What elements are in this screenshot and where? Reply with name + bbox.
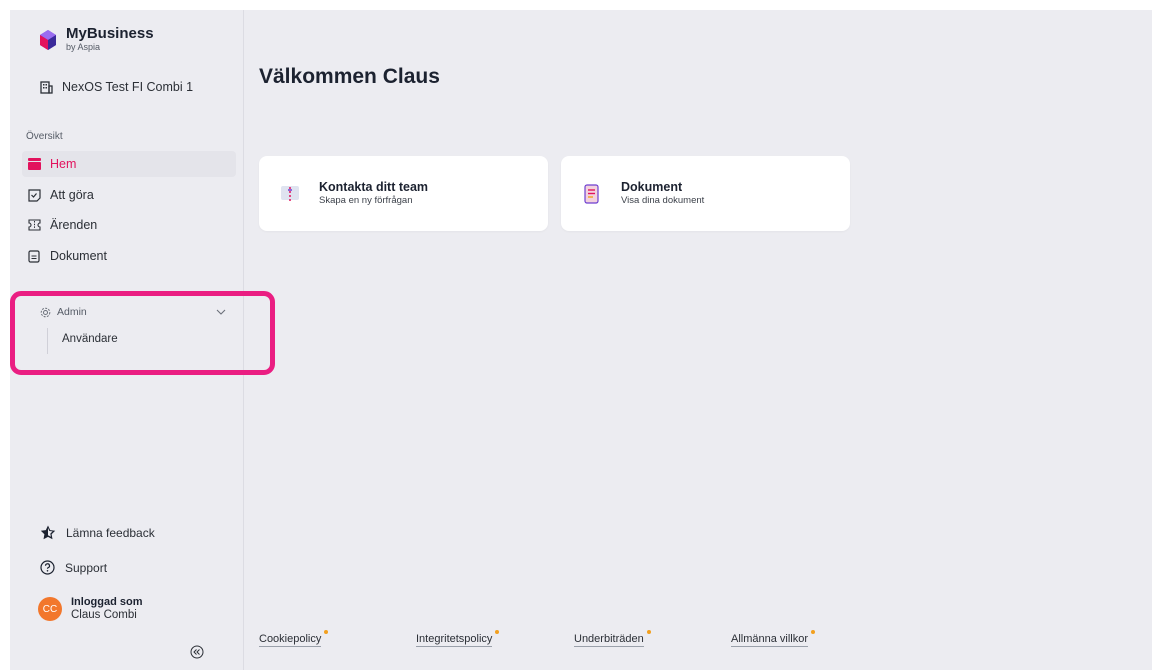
ticket-icon bbox=[27, 218, 41, 232]
external-dot-icon bbox=[646, 630, 651, 634]
link-label: Cookiepolicy bbox=[259, 633, 322, 645]
todo-icon bbox=[27, 188, 41, 202]
sidebar-item-documents[interactable]: Dokument bbox=[22, 243, 236, 269]
company-name: NexOS Test FI Combi 1 bbox=[62, 80, 194, 94]
sidebar-item-tickets[interactable]: Ärenden bbox=[22, 212, 236, 238]
terms-link[interactable]: Allmänna villkor bbox=[731, 630, 816, 647]
contact-team-card[interactable]: Kontakta ditt team Skapa en ny förfrågan bbox=[259, 156, 548, 231]
document-icon bbox=[584, 183, 599, 204]
sidebar-item-label: Hem bbox=[50, 157, 77, 171]
mybusiness-logo-icon bbox=[40, 30, 56, 50]
link-label: Underbiträden bbox=[574, 633, 644, 645]
feedback-link[interactable]: Lämna feedback bbox=[40, 525, 155, 540]
external-dot-icon bbox=[811, 630, 816, 634]
brand-logo[interactable]: MyBusiness by Aspia bbox=[40, 25, 154, 52]
star-icon bbox=[40, 525, 56, 540]
collapse-sidebar-icon[interactable] bbox=[190, 645, 204, 659]
privacy-policy-link[interactable]: Integritetspolicy bbox=[416, 630, 500, 647]
support-label: Support bbox=[65, 560, 108, 575]
team-contact-icon bbox=[281, 185, 299, 203]
support-link[interactable]: Support bbox=[40, 560, 107, 575]
sidebar-item-todo[interactable]: Att göra bbox=[22, 182, 236, 208]
cookie-policy-link[interactable]: Cookiepolicy bbox=[259, 630, 329, 647]
feedback-label: Lämna feedback bbox=[66, 525, 155, 540]
card-subtitle: Visa dina dokument bbox=[621, 195, 705, 206]
sidebar-item-label: Ärenden bbox=[50, 218, 98, 232]
sidebar: MyBusiness by Aspia NexOS Test FI Combi … bbox=[10, 10, 275, 670]
subprocessors-link[interactable]: Underbiträden bbox=[574, 630, 651, 647]
link-label: Allmänna villkor bbox=[731, 633, 809, 645]
documents-card[interactable]: Dokument Visa dina dokument bbox=[561, 156, 850, 231]
main-content: Välkommen Claus Kontakta ditt team Skapa… bbox=[245, 10, 1152, 670]
brand-subtitle: by Aspia bbox=[66, 42, 101, 52]
app-window: MyBusiness by Aspia NexOS Test FI Combi … bbox=[10, 10, 1152, 670]
help-circle-icon bbox=[40, 560, 55, 575]
sidebar-item-home[interactable]: Hem bbox=[22, 151, 236, 177]
section-label-overview: Översikt bbox=[26, 131, 63, 142]
sidebar-item-label: Dokument bbox=[50, 249, 107, 263]
external-dot-icon bbox=[495, 630, 500, 634]
user-name: Claus Combi bbox=[71, 609, 137, 621]
card-title: Dokument bbox=[621, 180, 683, 194]
building-icon bbox=[40, 80, 53, 94]
highlight-annotation bbox=[10, 291, 275, 375]
document-icon bbox=[27, 249, 41, 263]
home-icon bbox=[27, 157, 41, 171]
card-title: Kontakta ditt team bbox=[319, 180, 429, 194]
brand-title: MyBusiness bbox=[66, 25, 154, 42]
avatar: CC bbox=[38, 597, 62, 621]
page-title: Välkommen Claus bbox=[259, 65, 440, 88]
link-label: Integritetspolicy bbox=[416, 633, 493, 645]
card-subtitle: Skapa en ny förfrågan bbox=[319, 195, 413, 206]
sidebar-item-label: Att göra bbox=[50, 188, 94, 202]
external-dot-icon bbox=[324, 630, 329, 634]
company-selector[interactable]: NexOS Test FI Combi 1 bbox=[40, 80, 193, 94]
user-profile[interactable]: CC Inloggad som Claus Combi bbox=[38, 596, 143, 622]
logged-in-label: Inloggad som bbox=[71, 596, 143, 608]
